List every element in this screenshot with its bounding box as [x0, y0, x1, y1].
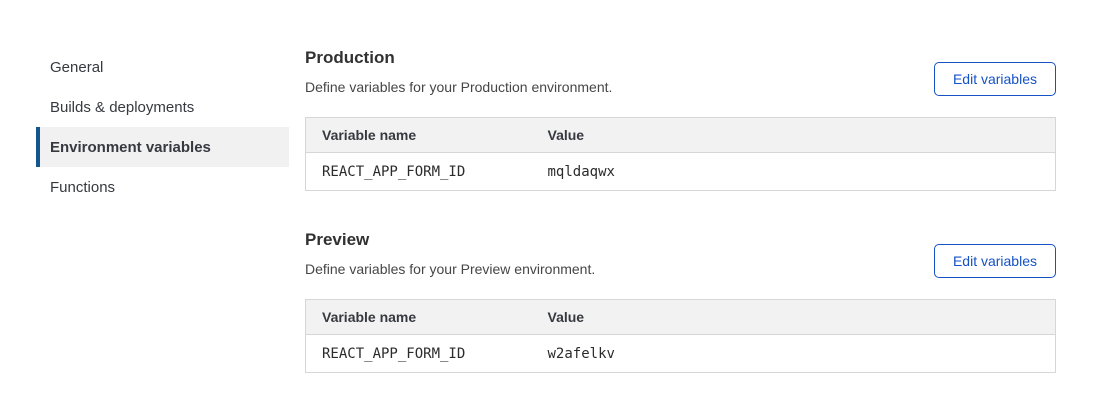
- variable-name-cell: REACT_APP_FORM_ID: [306, 153, 532, 191]
- preview-variables-table: Variable name Value REACT_APP_FORM_ID w2…: [305, 299, 1056, 373]
- edit-variables-button-preview[interactable]: Edit variables: [934, 244, 1056, 278]
- production-variables-table: Variable name Value REACT_APP_FORM_ID mq…: [305, 117, 1056, 191]
- sidebar-item-general[interactable]: General: [36, 47, 289, 87]
- table-header-row: Variable name Value: [306, 118, 1056, 153]
- environment-variables-content: Production Define variables for your Pro…: [305, 47, 1056, 373]
- column-header-variable-name: Variable name: [306, 300, 532, 335]
- column-header-value: Value: [532, 118, 1056, 153]
- variable-name-cell: REACT_APP_FORM_ID: [306, 335, 532, 373]
- sidebar-item-environment-variables[interactable]: Environment variables: [36, 127, 289, 167]
- table-row: REACT_APP_FORM_ID mqldaqwx: [306, 153, 1056, 191]
- settings-sidebar: General Builds & deployments Environment…: [36, 47, 289, 207]
- settings-page: General Builds & deployments Environment…: [0, 0, 1100, 373]
- sidebar-item-builds-deployments[interactable]: Builds & deployments: [36, 87, 289, 127]
- edit-variables-button-production[interactable]: Edit variables: [934, 62, 1056, 96]
- variable-value-cell: w2afelkv: [532, 335, 1056, 373]
- column-header-variable-name: Variable name: [306, 118, 532, 153]
- preview-section: Preview Define variables for your Previe…: [305, 229, 1056, 373]
- variable-value-cell: mqldaqwx: [532, 153, 1056, 191]
- table-header-row: Variable name Value: [306, 300, 1056, 335]
- table-row: REACT_APP_FORM_ID w2afelkv: [306, 335, 1056, 373]
- sidebar-item-functions[interactable]: Functions: [36, 167, 289, 207]
- column-header-value: Value: [532, 300, 1056, 335]
- production-section: Production Define variables for your Pro…: [305, 47, 1056, 191]
